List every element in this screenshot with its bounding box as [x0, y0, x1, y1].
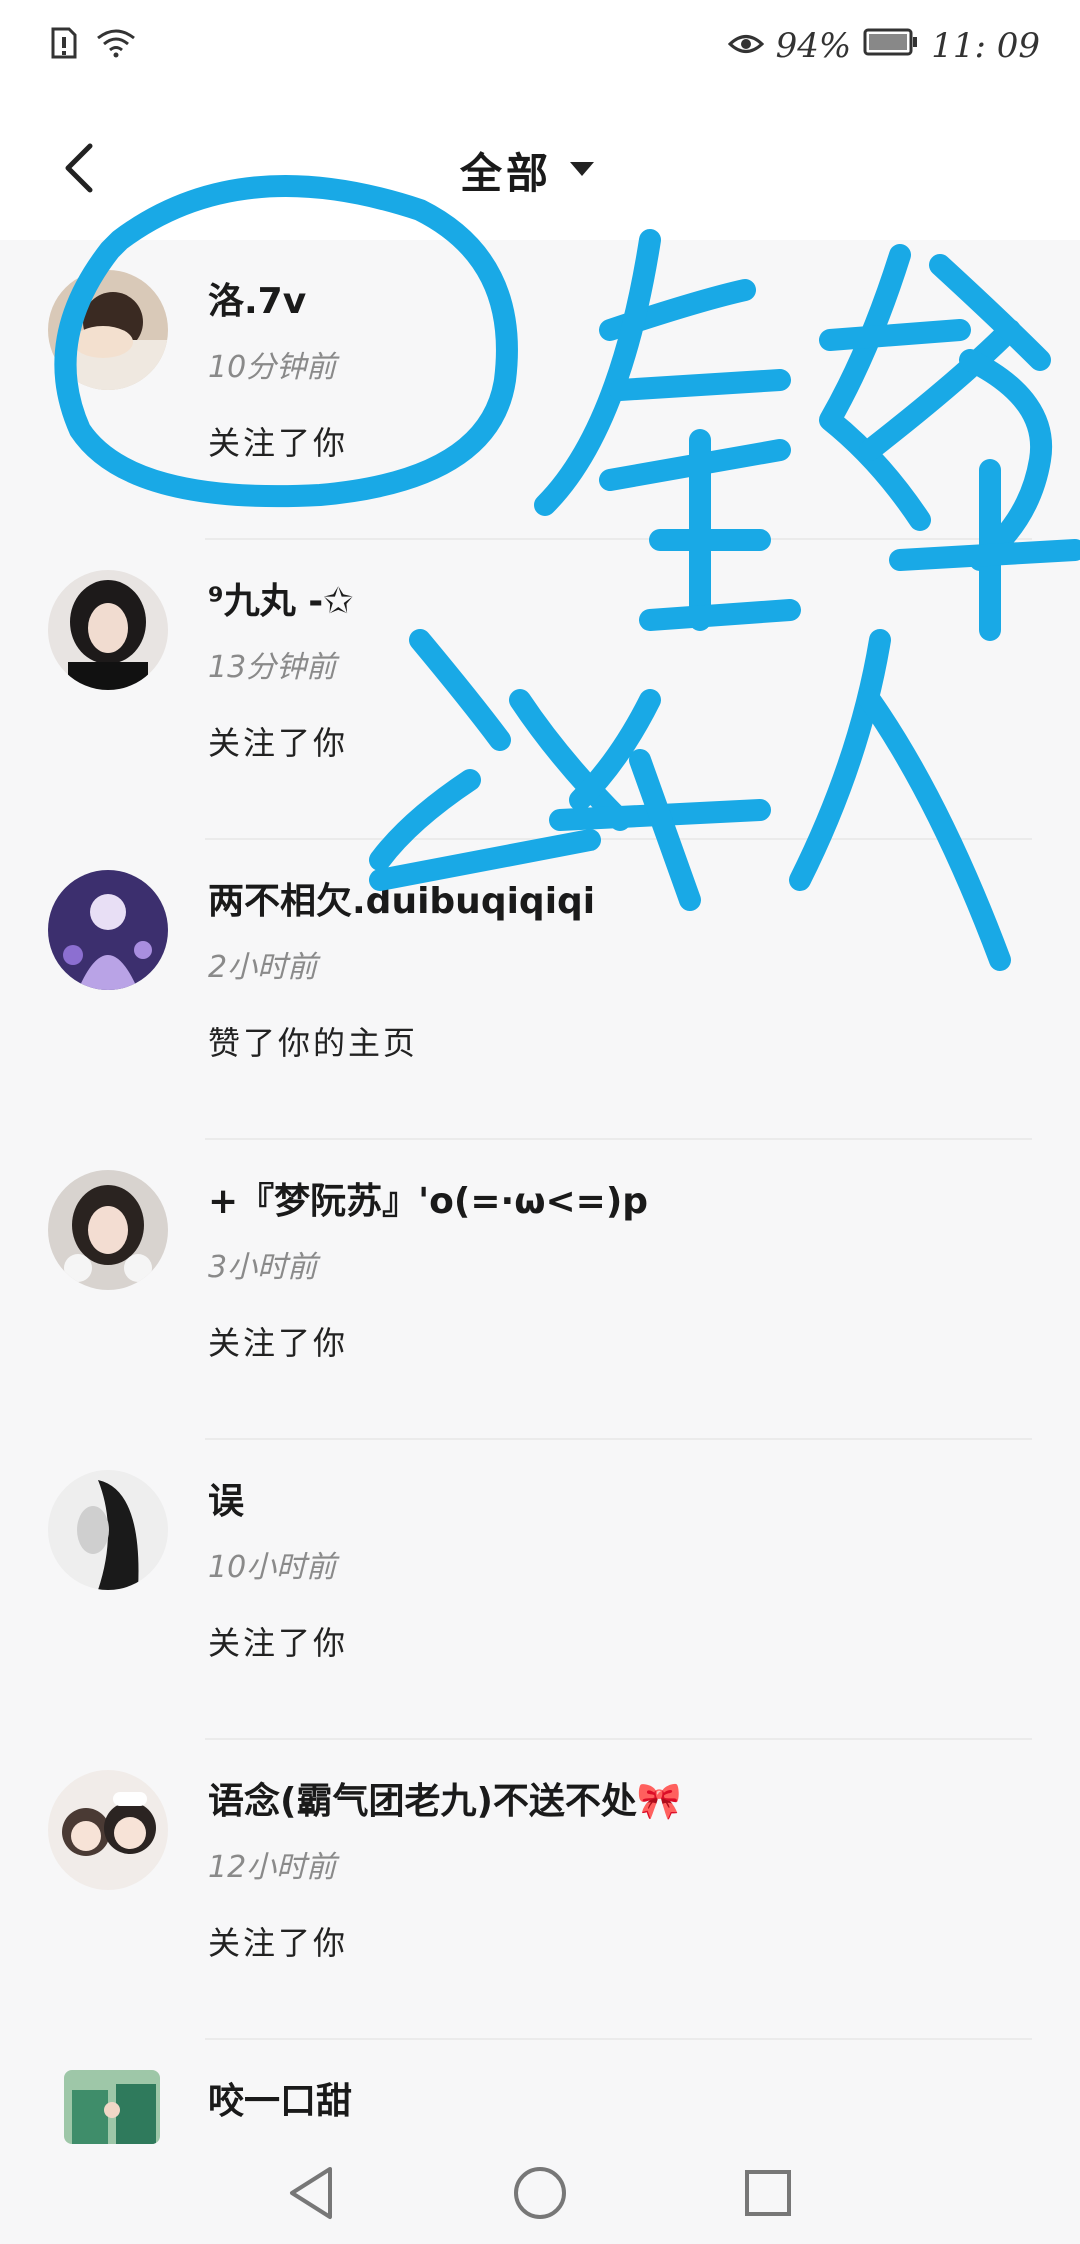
notification-item[interactable]: 语念(霸气团老九)不送不处🎀 12小时前 关注了你 — [0, 1740, 1080, 2040]
notification-item[interactable]: 两不相欠.duibuqiqiqi 2小时前 赞了你的主页 — [0, 840, 1080, 1140]
filter-dropdown[interactable]: 全部 — [460, 140, 596, 201]
battery-percent: 94% — [775, 26, 852, 66]
notification-item[interactable]: +『梦阮苏』'o(=·ω<=)p 3小时前 关注了你 — [0, 1140, 1080, 1440]
clock: 11: 09 — [931, 26, 1040, 66]
user-name[interactable]: 洛.7v — [208, 272, 306, 324]
user-name[interactable]: +『梦阮苏』'o(=·ω<=)p — [208, 1172, 648, 1224]
user-name[interactable]: 误 — [208, 1472, 244, 1524]
back-button[interactable] — [40, 130, 120, 210]
caret-down-icon — [568, 160, 596, 182]
avatar[interactable] — [48, 1770, 168, 1890]
triangle-back-icon — [286, 2165, 336, 2225]
back-arrow-icon — [60, 140, 100, 200]
avatar[interactable] — [48, 1170, 168, 1290]
time-ago: 3小时前 — [208, 1250, 318, 1285]
time-ago: 12小时前 — [208, 1850, 337, 1885]
action-text: 关注了你 — [208, 424, 349, 462]
time-ago: 10小时前 — [208, 1550, 337, 1585]
system-nav-bar — [0, 2144, 1080, 2244]
notification-item[interactable]: ⁹九丸 -✩ 13分钟前 关注了你 — [0, 540, 1080, 840]
square-recents-icon — [743, 2168, 793, 2222]
user-name[interactable]: ⁹九丸 -✩ — [208, 572, 353, 624]
wifi-icon — [96, 28, 136, 62]
avatar[interactable] — [48, 270, 168, 390]
notification-item[interactable]: 咬一口甜 — [0, 2040, 1080, 2144]
sim-alert-icon — [50, 26, 78, 64]
action-text: 关注了你 — [208, 1924, 349, 1962]
status-right: 94% 11: 09 — [727, 26, 1040, 66]
notification-item[interactable]: 洛.7v 10分钟前 关注了你 — [0, 240, 1080, 540]
nav-recents-button[interactable] — [733, 2160, 803, 2230]
time-ago: 13分钟前 — [208, 650, 337, 685]
user-name[interactable]: 语念(霸气团老九)不送不处🎀 — [208, 1772, 682, 1824]
battery-icon — [863, 26, 919, 66]
eye-comfort-icon — [727, 26, 764, 66]
time-ago: 10分钟前 — [208, 350, 337, 385]
avatar[interactable] — [64, 2070, 160, 2144]
action-text: 赞了你的主页 — [208, 1024, 419, 1062]
action-text: 关注了你 — [208, 1324, 349, 1362]
circle-home-icon — [512, 2165, 568, 2225]
action-text: 关注了你 — [208, 724, 349, 762]
user-name[interactable]: 咬一口甜 — [208, 2072, 352, 2124]
avatar[interactable] — [48, 1470, 168, 1590]
status-bar: 94% 11: 09 — [0, 0, 1080, 100]
top-bar: 全部 — [0, 100, 1080, 240]
nav-home-button[interactable] — [505, 2160, 575, 2230]
status-left — [50, 26, 136, 64]
nav-back-button[interactable] — [276, 2160, 346, 2230]
user-name[interactable]: 两不相欠.duibuqiqiqi — [208, 872, 595, 924]
action-text: 关注了你 — [208, 1624, 349, 1662]
filter-label: 全部 — [460, 149, 553, 198]
time-ago: 2小时前 — [208, 950, 318, 985]
notification-list: 洛.7v 10分钟前 关注了你 ⁹九丸 -✩ 13分钟前 关注了你 两不相欠.d… — [0, 240, 1080, 2144]
notification-item[interactable]: 误 10小时前 关注了你 — [0, 1440, 1080, 1740]
avatar[interactable] — [48, 570, 168, 690]
avatar[interactable] — [48, 870, 168, 990]
